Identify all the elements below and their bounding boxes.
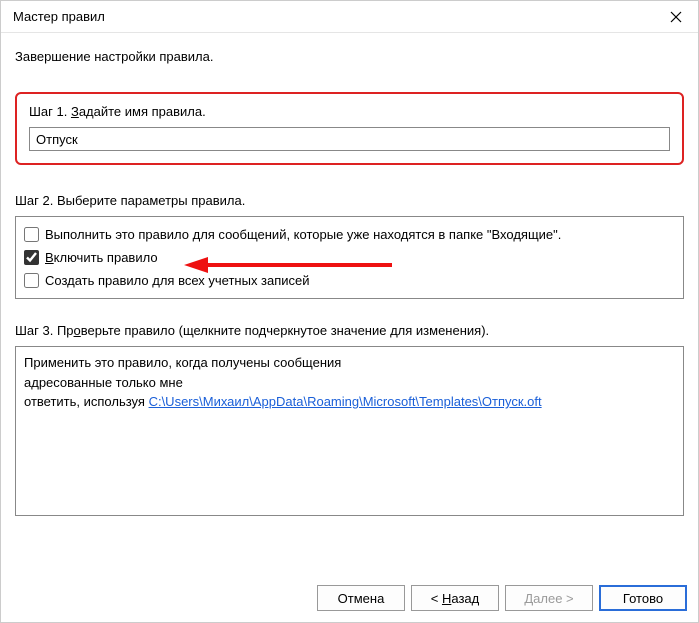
step1-label: Шаг 1. Задайте имя правила. xyxy=(29,104,670,119)
finish-button[interactable]: Готово xyxy=(599,585,687,611)
step3-section: Шаг 3. Проверьте правило (щелкните подче… xyxy=(15,323,684,516)
dialog-content: Завершение настройки правила. Шаг 1. Зад… xyxy=(1,33,698,526)
option-run-existing[interactable]: Выполнить это правило для сообщений, кот… xyxy=(24,223,675,246)
rule-name-input[interactable] xyxy=(29,127,670,151)
page-heading: Завершение настройки правила. xyxy=(15,49,684,64)
option-enable-rule[interactable]: Включить правило xyxy=(24,246,675,269)
preview-line-3: ответить, используя C:\Users\Михаил\AppD… xyxy=(24,392,675,412)
rule-preview-box: Применить это правило, когда получены со… xyxy=(15,346,684,516)
next-button: Далее > xyxy=(505,585,593,611)
close-button[interactable] xyxy=(653,2,698,32)
titlebar: Мастер правил xyxy=(1,1,698,33)
step2-label: Шаг 2. Выберите параметры правила. xyxy=(15,193,684,208)
cancel-button[interactable]: Отмена xyxy=(317,585,405,611)
step2-options-box: Выполнить это правило для сообщений, кот… xyxy=(15,216,684,299)
template-path-link[interactable]: C:\Users\Михаил\AppData\Roaming\Microsof… xyxy=(149,394,542,409)
close-icon xyxy=(670,11,682,23)
checkbox-run-existing[interactable] xyxy=(24,227,39,242)
step1-highlight-box: Шаг 1. Задайте имя правила. xyxy=(15,92,684,165)
checkbox-enable-rule[interactable] xyxy=(24,250,39,265)
step2-section: Шаг 2. Выберите параметры правила. Выпол… xyxy=(15,193,684,299)
preview-line-1: Применить это правило, когда получены со… xyxy=(24,353,675,373)
checkbox-all-accounts[interactable] xyxy=(24,273,39,288)
option-run-existing-label: Выполнить это правило для сообщений, кот… xyxy=(45,227,561,242)
window-title: Мастер правил xyxy=(13,9,105,24)
option-enable-rule-label: Включить правило xyxy=(45,250,158,265)
option-all-accounts-label: Создать правило для всех учетных записей xyxy=(45,273,310,288)
step3-label: Шаг 3. Проверьте правило (щелкните подче… xyxy=(15,323,684,338)
back-button[interactable]: < Назад xyxy=(411,585,499,611)
option-all-accounts[interactable]: Создать правило для всех учетных записей xyxy=(24,269,675,292)
dialog-buttons: Отмена < Назад Далее > Готово xyxy=(317,585,687,611)
preview-line-2: адресованные только мне xyxy=(24,373,675,393)
